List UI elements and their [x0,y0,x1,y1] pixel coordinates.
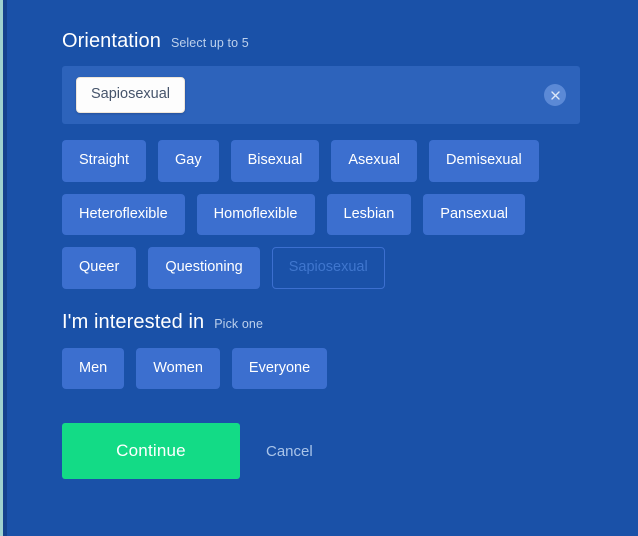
cancel-button[interactable]: Cancel [266,443,313,460]
orientation-chip-lesbian[interactable]: Lesbian [326,193,412,235]
interest-section-header: I'm interested in Pick one [62,311,580,333]
interest-chip-women[interactable]: Women [136,347,220,389]
interest-hint: Pick one [214,316,263,331]
orientation-token-input[interactable]: Sapiosexual [62,66,580,124]
continue-button[interactable]: Continue [62,423,240,479]
interest-chip-men[interactable]: Men [62,347,125,389]
orientation-chip-questioning[interactable]: Questioning [148,247,260,289]
interest-section: I'm interested in Pick one Men Women Eve… [62,311,580,389]
orientation-option-row: Straight Gay Bisexual Asexual Demisexual [62,140,580,182]
clear-circle-icon[interactable] [544,84,566,106]
orientation-option-row: Queer Questioning Sapiosexual [62,247,580,289]
orientation-chip-asexual[interactable]: Asexual [331,140,417,182]
interest-options: Men Women Everyone [62,347,580,389]
orientation-section-header: Orientation Select up to 5 [62,30,580,52]
orientation-chip-homoflexible[interactable]: Homoflexible [196,193,315,235]
orientation-chip-gay[interactable]: Gay [157,140,219,182]
orientation-chip-sapiosexual-selected: Sapiosexual [271,247,385,289]
interest-option-row: Men Women Everyone [62,347,580,389]
orientation-chip-bisexual[interactable]: Bisexual [230,140,320,182]
orientation-chip-straight[interactable]: Straight [62,140,146,182]
orientation-chip-queer[interactable]: Queer [62,247,137,289]
orientation-chip-pansexual[interactable]: Pansexual [423,193,526,235]
interest-title: I'm interested in [62,310,205,333]
selected-token-sapiosexual[interactable]: Sapiosexual [76,77,185,113]
orientation-option-row: Heteroflexible Homoflexible Lesbian Pans… [62,193,580,235]
orientation-hint: Select up to 5 [170,36,249,50]
orientation-chip-heteroflexible[interactable]: Heteroflexible [62,193,185,235]
interest-chip-everyone[interactable]: Everyone [231,347,328,389]
orientation-form: Orientation Select up to 5 Sapiosexual S… [0,0,638,536]
orientation-options: Straight Gay Bisexual Asexual Demisexual… [62,140,580,289]
page-title: Orientation [62,30,161,52]
form-actions: Continue Cancel [62,423,580,479]
orientation-chip-demisexual[interactable]: Demisexual [428,140,539,182]
